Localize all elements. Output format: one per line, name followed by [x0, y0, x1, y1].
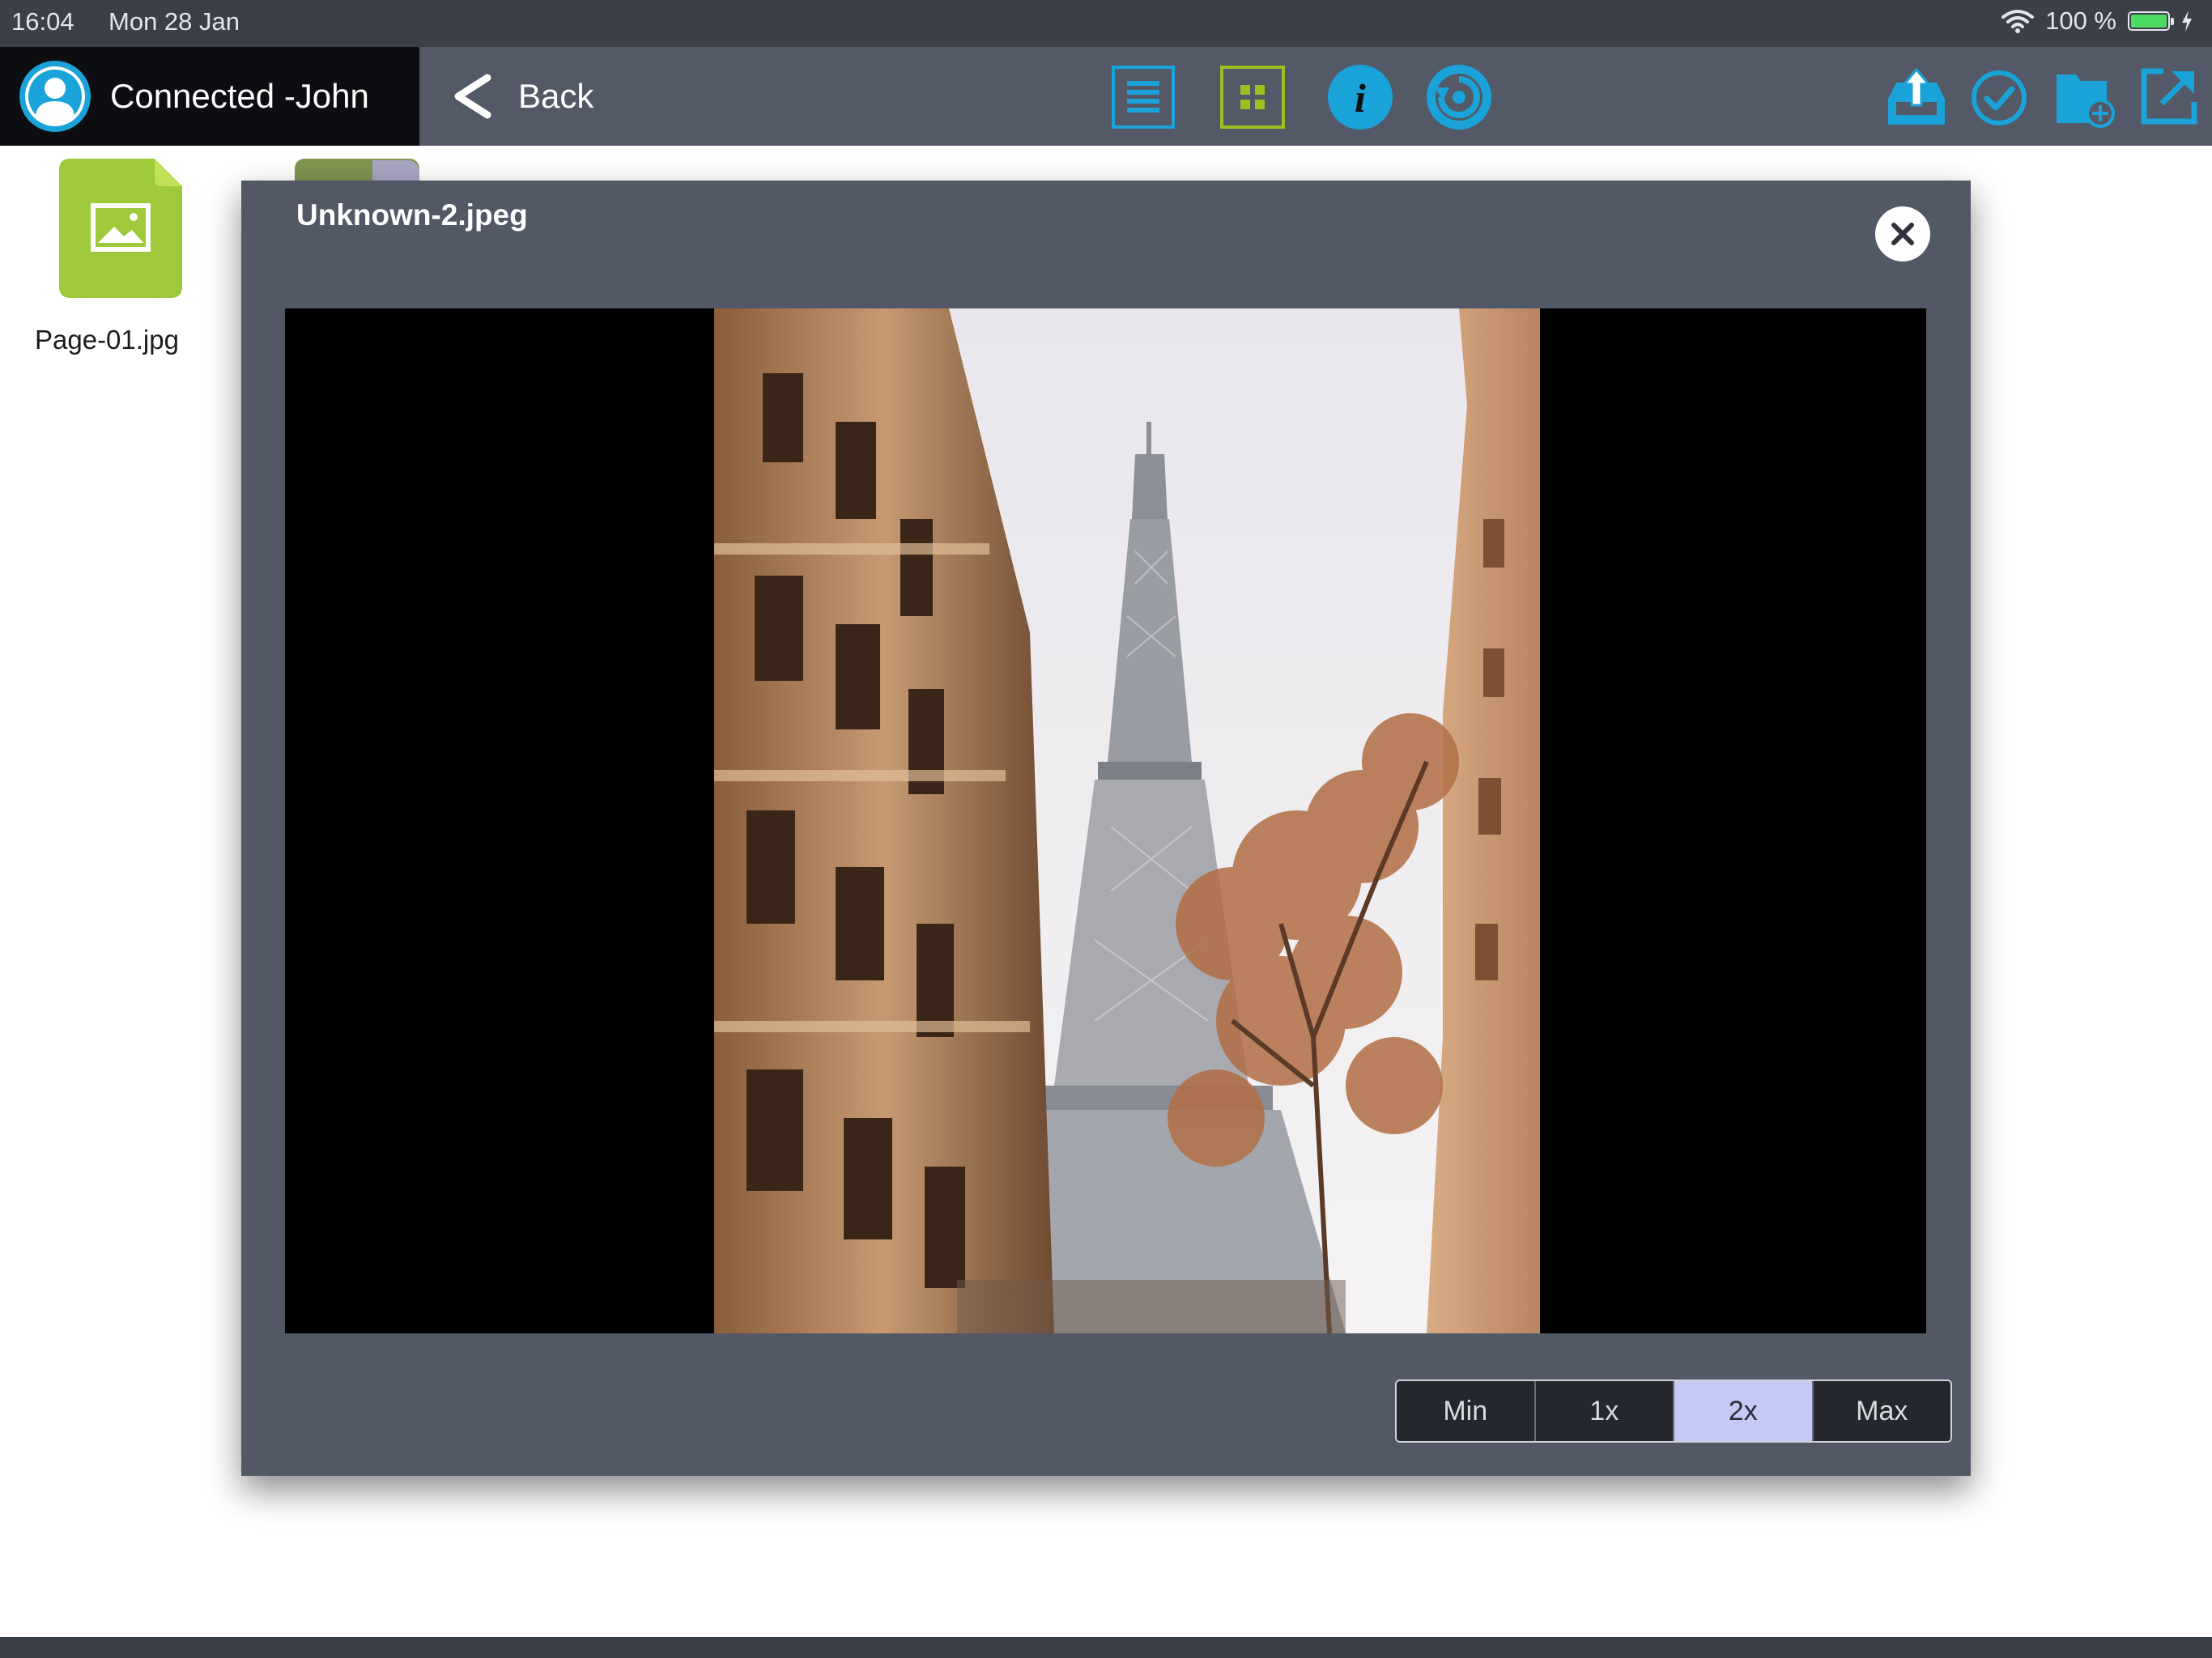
battery-icon — [2128, 11, 2174, 31]
preview-image — [714, 308, 1540, 1333]
close-button[interactable] — [1875, 206, 1930, 261]
dialog-title: Unknown-2.jpeg — [296, 198, 528, 232]
user-avatar-icon — [19, 61, 91, 132]
battery-percent: 100 % — [2045, 6, 2116, 35]
file-item[interactable]: Page-01.jpg — [18, 159, 196, 355]
back-label: Back — [518, 77, 594, 115]
bottom-bar — [0, 1637, 2212, 1658]
zoom-min-button[interactable]: Min — [1397, 1381, 1536, 1441]
refresh-button[interactable] — [1425, 63, 1493, 131]
image-viewer[interactable] — [285, 308, 1926, 1333]
image-file-icon — [59, 159, 182, 298]
refresh-icon — [1427, 65, 1491, 130]
top-toolbar: Connected -John Back i — [0, 47, 2212, 146]
chevron-left-icon — [454, 74, 491, 119]
back-button[interactable]: Back — [449, 47, 593, 146]
share-export-icon — [2141, 68, 2197, 125]
upload-button[interactable] — [1885, 66, 1948, 128]
grid-view-button[interactable] — [1219, 65, 1286, 130]
status-time: 16:04 — [11, 7, 74, 36]
share-button[interactable] — [2139, 66, 2199, 126]
wifi-icon — [2001, 10, 2035, 33]
new-folder-icon — [2057, 74, 2115, 128]
select-button[interactable] — [1971, 70, 2027, 126]
status-date: Mon 28 Jan — [108, 7, 240, 36]
grid-view-icon — [1220, 66, 1285, 129]
status-bar: 16:04 Mon 28 Jan 100 % — [0, 0, 2212, 47]
connection-label: Connected -John — [110, 77, 369, 115]
connection-status[interactable]: Connected -John — [0, 47, 419, 146]
image-preview-dialog: Unknown-2.jpeg Min 1x 2x Max — [241, 181, 1971, 1476]
status-right: 100 % — [2001, 6, 2193, 36]
info-icon: i — [1328, 65, 1393, 130]
zoom-max-button[interactable]: Max — [1813, 1381, 1950, 1441]
list-view-icon — [1112, 66, 1175, 129]
list-view-button[interactable] — [1111, 65, 1176, 130]
zoom-1x-button[interactable]: 1x — [1535, 1381, 1674, 1441]
svg-text:i: i — [1355, 75, 1366, 121]
close-icon — [1891, 223, 1914, 245]
zoom-segmented-control: Min 1x 2x Max — [1395, 1380, 1952, 1443]
file-name: Page-01.jpg — [35, 325, 179, 355]
zoom-2x-button[interactable]: 2x — [1674, 1381, 1814, 1441]
upload-icon — [1888, 67, 1945, 125]
info-button[interactable]: i — [1326, 63, 1394, 131]
select-check-icon — [1972, 70, 2027, 125]
charging-bolt-icon — [2182, 11, 2192, 32]
new-folder-button[interactable] — [2053, 66, 2116, 130]
